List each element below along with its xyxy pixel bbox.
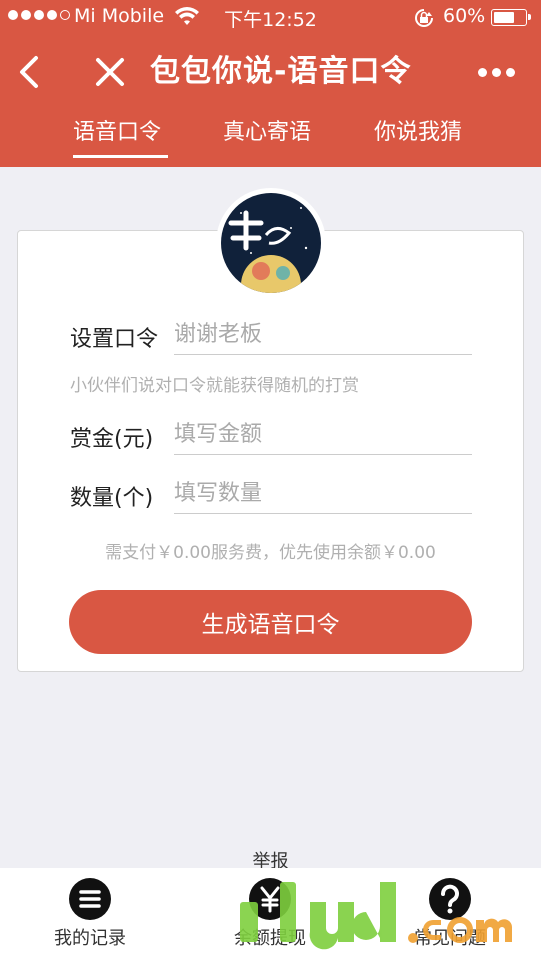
quantity-row: 数量(个): [70, 474, 472, 518]
nav-faq[interactable]: 常见问题: [380, 878, 520, 958]
password-input[interactable]: [174, 315, 472, 355]
amount-label: 赏金(元): [70, 427, 154, 452]
quantity-input[interactable]: [174, 474, 472, 514]
chevron-left-icon[interactable]: [14, 52, 44, 92]
fee-note: 需支付￥0.00服务费，优先使用余额￥0.00: [105, 543, 436, 563]
tab-guess-game[interactable]: 你说我猜: [374, 118, 462, 158]
yen-icon: [249, 878, 291, 920]
quantity-label: 数量(个): [70, 486, 154, 511]
question-icon: [429, 878, 471, 920]
list-icon: [69, 878, 111, 920]
battery-percent: 60%: [443, 5, 486, 27]
password-row: 设置口令: [70, 315, 472, 359]
page-title: 包包你说-语音口令: [150, 54, 412, 89]
password-label: 设置口令: [70, 327, 159, 352]
header: Mi Mobile 下午12:52 60% 包包你说-语音口令 语音口令 真心寄…: [0, 0, 541, 167]
close-icon[interactable]: [92, 52, 128, 92]
amount-input[interactable]: [174, 415, 472, 455]
avatar-image: [221, 193, 321, 293]
tab-bar: 语音口令 真心寄语 你说我猜: [0, 110, 541, 167]
nav-withdraw[interactable]: 余额提现: [200, 878, 340, 958]
bottom-nav: 我的记录 余额提现 常见问题: [0, 868, 541, 960]
tab-voice-password[interactable]: 语音口令: [73, 118, 168, 158]
tab-heart-message[interactable]: 真心寄语: [223, 118, 311, 158]
generate-voice-password-button[interactable]: 生成语音口令: [69, 590, 472, 654]
nav-my-records-label: 我的记录: [54, 928, 126, 949]
battery-icon: [491, 9, 531, 26]
more-dots-icon[interactable]: [478, 60, 522, 84]
amount-row: 赏金(元): [70, 415, 472, 459]
status-bar: Mi Mobile 下午12:52 60%: [0, 0, 541, 34]
password-hint: 小伙伴们说对口令就能获得随机的打赏: [70, 376, 359, 396]
nav-my-records[interactable]: 我的记录: [20, 878, 160, 958]
rotation-lock-icon: [413, 7, 435, 34]
nav-faq-label: 常见问题: [414, 928, 486, 949]
avatar: [216, 188, 326, 298]
nav-withdraw-label: 余额提现: [234, 928, 306, 949]
